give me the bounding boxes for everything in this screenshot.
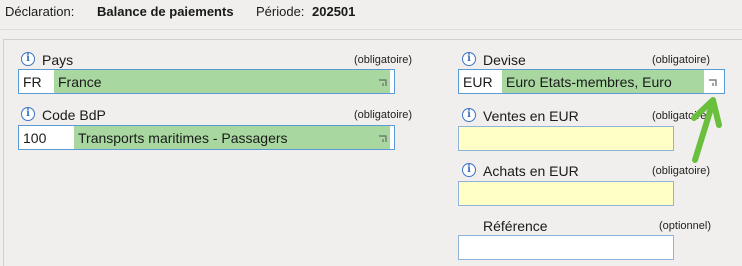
green-arrow-icon <box>691 97 722 163</box>
